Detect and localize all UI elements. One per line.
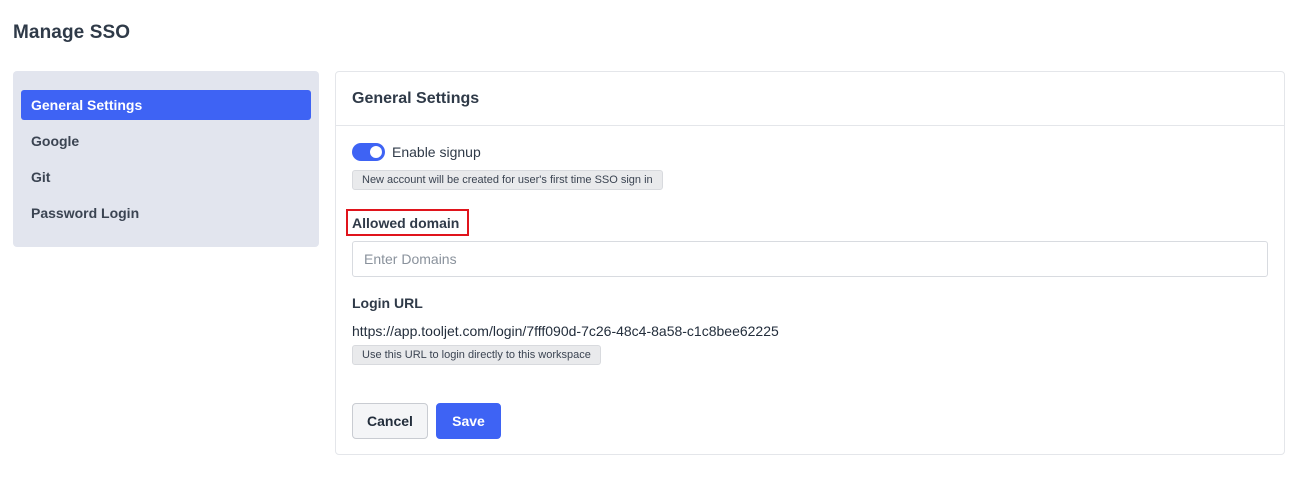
sidebar-item-google[interactable]: Google [21, 126, 311, 156]
page-title: Manage SSO [13, 22, 131, 43]
enable-signup-label: Enable signup [392, 144, 481, 160]
card-title: General Settings [352, 89, 480, 107]
save-button[interactable]: Save [436, 403, 501, 439]
enable-signup-hint: New account will be created for user's f… [352, 170, 663, 190]
general-settings-card: General Settings Enable signup New accou… [335, 71, 1285, 455]
login-url-value: https://app.tooljet.com/login/7fff090d-7… [352, 323, 779, 339]
login-url-label: Login URL [352, 295, 423, 311]
allowed-domain-input[interactable] [352, 241, 1268, 277]
sidebar-item-general-settings[interactable]: General Settings [21, 90, 311, 120]
sidebar-item-password-login[interactable]: Password Login [21, 198, 311, 228]
allowed-domain-label: Allowed domain [352, 215, 460, 231]
sidebar-item-git[interactable]: Git [21, 162, 311, 192]
login-url-hint: Use this URL to login directly to this w… [352, 345, 601, 365]
sso-sidebar: General Settings Google Git Password Log… [13, 71, 319, 247]
cancel-button[interactable]: Cancel [352, 403, 428, 439]
enable-signup-row: Enable signup [352, 143, 481, 161]
enable-signup-toggle[interactable] [352, 143, 385, 161]
card-header: General Settings [336, 72, 1284, 126]
toggle-knob [370, 146, 382, 158]
